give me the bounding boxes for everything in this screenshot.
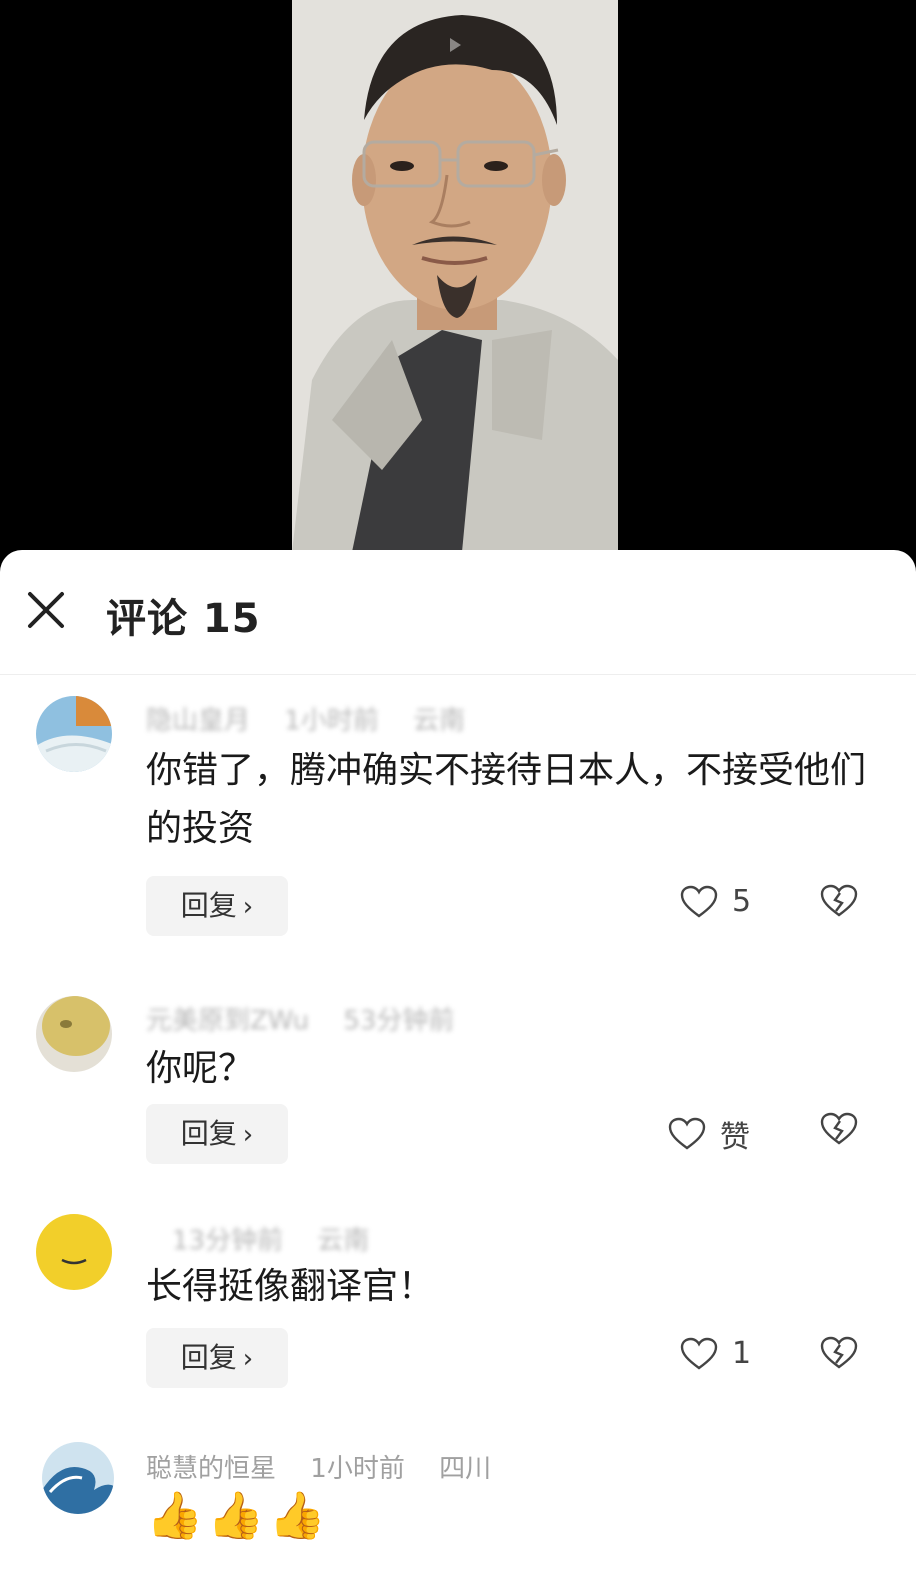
username[interactable]: 聪慧的恒星 (146, 1454, 276, 1484)
comment-time: 1小时前 (310, 1454, 405, 1484)
reply-button[interactable]: 回复 › (146, 1328, 288, 1388)
comment-meta: 隐山皇月 1小时前 云南 (146, 700, 491, 737)
comment-text: 你呢？ (146, 1048, 255, 1089)
close-icon[interactable] (24, 588, 68, 632)
like-button[interactable]: 5 (680, 884, 751, 919)
username[interactable]: 元美原到ZWu (146, 1006, 309, 1036)
comment-meta: 13分钟前 云南 (146, 1220, 395, 1257)
comment-time: 53分钟前 (343, 1006, 455, 1036)
video-frame[interactable] (292, 0, 618, 552)
comment-location: 云南 (413, 706, 466, 736)
broken-heart-icon (820, 1112, 858, 1145)
comment-meta: 聪慧的恒星 1小时前 四川 (146, 1448, 517, 1485)
broken-heart-icon (820, 1336, 858, 1369)
reply-label: 回复 (180, 889, 237, 922)
chevron-right-icon: › (242, 1120, 254, 1150)
play-icon (450, 38, 461, 52)
like-count: 5 (732, 884, 752, 919)
comment-text: 你错了，腾冲确实不接待日本人，不接受他们的投资 (146, 750, 867, 849)
comment-location: 云南 (317, 1226, 370, 1256)
dislike-button[interactable] (820, 1336, 858, 1374)
chevron-right-icon: › (242, 1344, 254, 1374)
video-player[interactable] (0, 0, 916, 560)
comment-meta: 元美原到ZWu 53分钟前 (146, 1000, 506, 1037)
like-count: 1 (732, 1336, 752, 1371)
reply-label: 回复 (180, 1117, 237, 1150)
dislike-button[interactable] (820, 1112, 858, 1150)
dislike-button[interactable] (820, 884, 858, 922)
heart-icon (680, 885, 718, 917)
like-button[interactable]: 1 (680, 1336, 751, 1371)
comment-text: 👍👍👍 (146, 1488, 330, 1542)
reply-button[interactable]: 回复 › (146, 876, 288, 936)
broken-heart-icon (820, 884, 858, 917)
chevron-right-icon: › (242, 892, 254, 922)
page-title: 评论 15 (106, 596, 261, 642)
username[interactable]: 隐山皇月 (146, 706, 250, 736)
sheet-header: 评论 15 (0, 550, 916, 674)
heart-icon (680, 1337, 718, 1369)
avatar[interactable] (36, 696, 112, 772)
comment-time: 13分钟前 (172, 1226, 284, 1256)
avatar[interactable] (42, 1442, 114, 1514)
avatar[interactable] (36, 996, 112, 1072)
like-count: 赞 (720, 1120, 750, 1155)
comment-sheet: 评论 15 隐山皇月 1小时前 云南 你错了，腾冲确实不接待日本人，不接受他们的… (0, 550, 916, 1580)
comment-time: 1小时前 (284, 706, 379, 736)
person-image (292, 0, 618, 552)
like-button[interactable]: 赞 (668, 1112, 750, 1156)
reply-label: 回复 (180, 1341, 237, 1374)
reply-button[interactable]: 回复 › (146, 1104, 288, 1164)
comment-location: 四川 (439, 1454, 492, 1484)
heart-icon (668, 1117, 706, 1150)
divider (0, 674, 916, 675)
avatar[interactable] (36, 1214, 112, 1290)
comment-text: 长得挺像翻译官！ (146, 1266, 435, 1307)
